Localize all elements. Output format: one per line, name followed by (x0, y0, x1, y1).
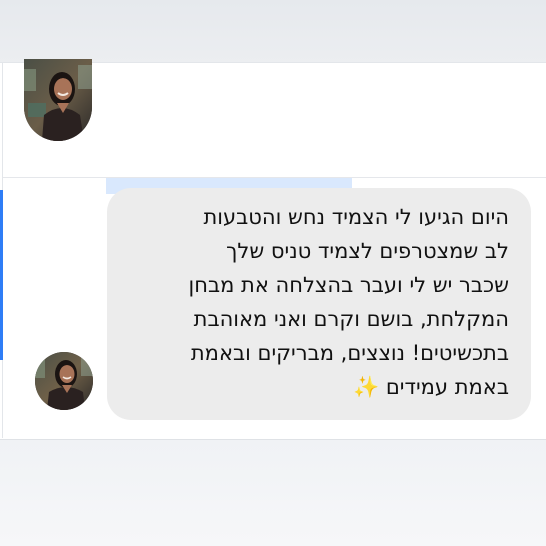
message-bubble: היום הגיעו לי הצמיד נחש והטבעות לב שמצטר… (107, 188, 531, 420)
top-background (0, 0, 546, 66)
avatar-photo (35, 352, 93, 410)
bottom-background (0, 438, 546, 546)
avatar[interactable] (24, 59, 92, 141)
avatar-photo (24, 59, 92, 141)
active-conversation-indicator (0, 190, 3, 360)
avatar[interactable] (35, 352, 93, 410)
